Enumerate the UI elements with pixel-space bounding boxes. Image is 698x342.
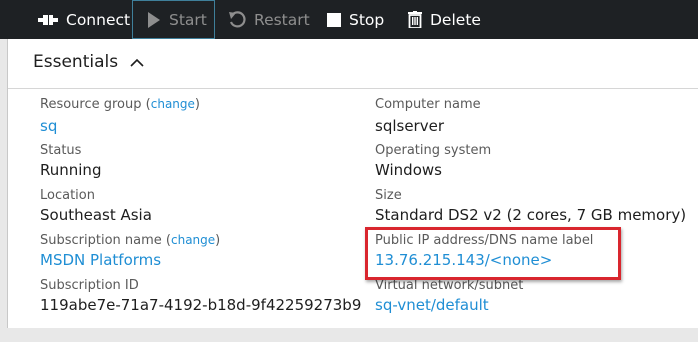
panel-border <box>7 39 8 328</box>
stop-label: Stop <box>349 10 385 29</box>
subscription-id-value: 119abe7e-71a7-4192-b18d-9f42259273b9 <box>40 296 362 314</box>
stop-icon <box>327 12 341 27</box>
resource-group-label: Resource group (change) <box>40 97 200 112</box>
virtual-network-label: Virtual network/subnet <box>375 278 524 293</box>
computer-name-label: Computer name <box>375 97 481 112</box>
essentials-title: Essentials <box>33 52 119 72</box>
start-label: Start <box>169 10 207 29</box>
essentials-toggle[interactable]: Essentials <box>33 52 144 72</box>
delete-button[interactable]: Delete <box>408 0 481 39</box>
subscription-name-value[interactable]: MSDN Platforms <box>40 251 161 269</box>
connect-label: Connect <box>66 10 131 29</box>
chevron-up-icon <box>130 58 144 67</box>
restart-icon <box>228 10 246 29</box>
command-toolbar: Connect Start Restart Stop Delete <box>0 0 698 39</box>
play-icon <box>147 11 161 28</box>
start-button[interactable]: Start <box>132 0 215 39</box>
virtual-network-value[interactable]: sq-vnet/default <box>375 296 489 314</box>
subscription-id-label: Subscription ID <box>40 278 139 293</box>
subscription-change-link[interactable]: change <box>171 233 215 247</box>
connect-button[interactable]: Connect <box>38 0 130 39</box>
restart-button[interactable]: Restart <box>228 0 310 39</box>
stop-button[interactable]: Stop <box>327 0 384 39</box>
location-value: Southeast Asia <box>40 206 152 224</box>
resource-group-change-link[interactable]: change <box>151 97 195 111</box>
header-divider <box>8 88 698 89</box>
delete-label: Delete <box>430 10 481 29</box>
operating-system-value: Windows <box>375 161 442 179</box>
highlight-annotation <box>365 227 621 280</box>
status-label: Status <box>40 143 82 158</box>
size-label: Size <box>375 188 402 203</box>
subscription-name-label: Subscription name (change) <box>40 233 221 248</box>
status-value: Running <box>40 161 102 179</box>
connect-icon <box>38 13 58 27</box>
location-label: Location <box>40 188 95 203</box>
operating-system-label: Operating system <box>375 143 492 158</box>
computer-name-value: sqlserver <box>375 117 444 135</box>
restart-label: Restart <box>254 10 310 29</box>
resource-group-value[interactable]: sq <box>40 117 57 135</box>
size-value: Standard DS2 v2 (2 cores, 7 GB memory) <box>375 206 687 224</box>
trash-icon <box>408 11 422 28</box>
